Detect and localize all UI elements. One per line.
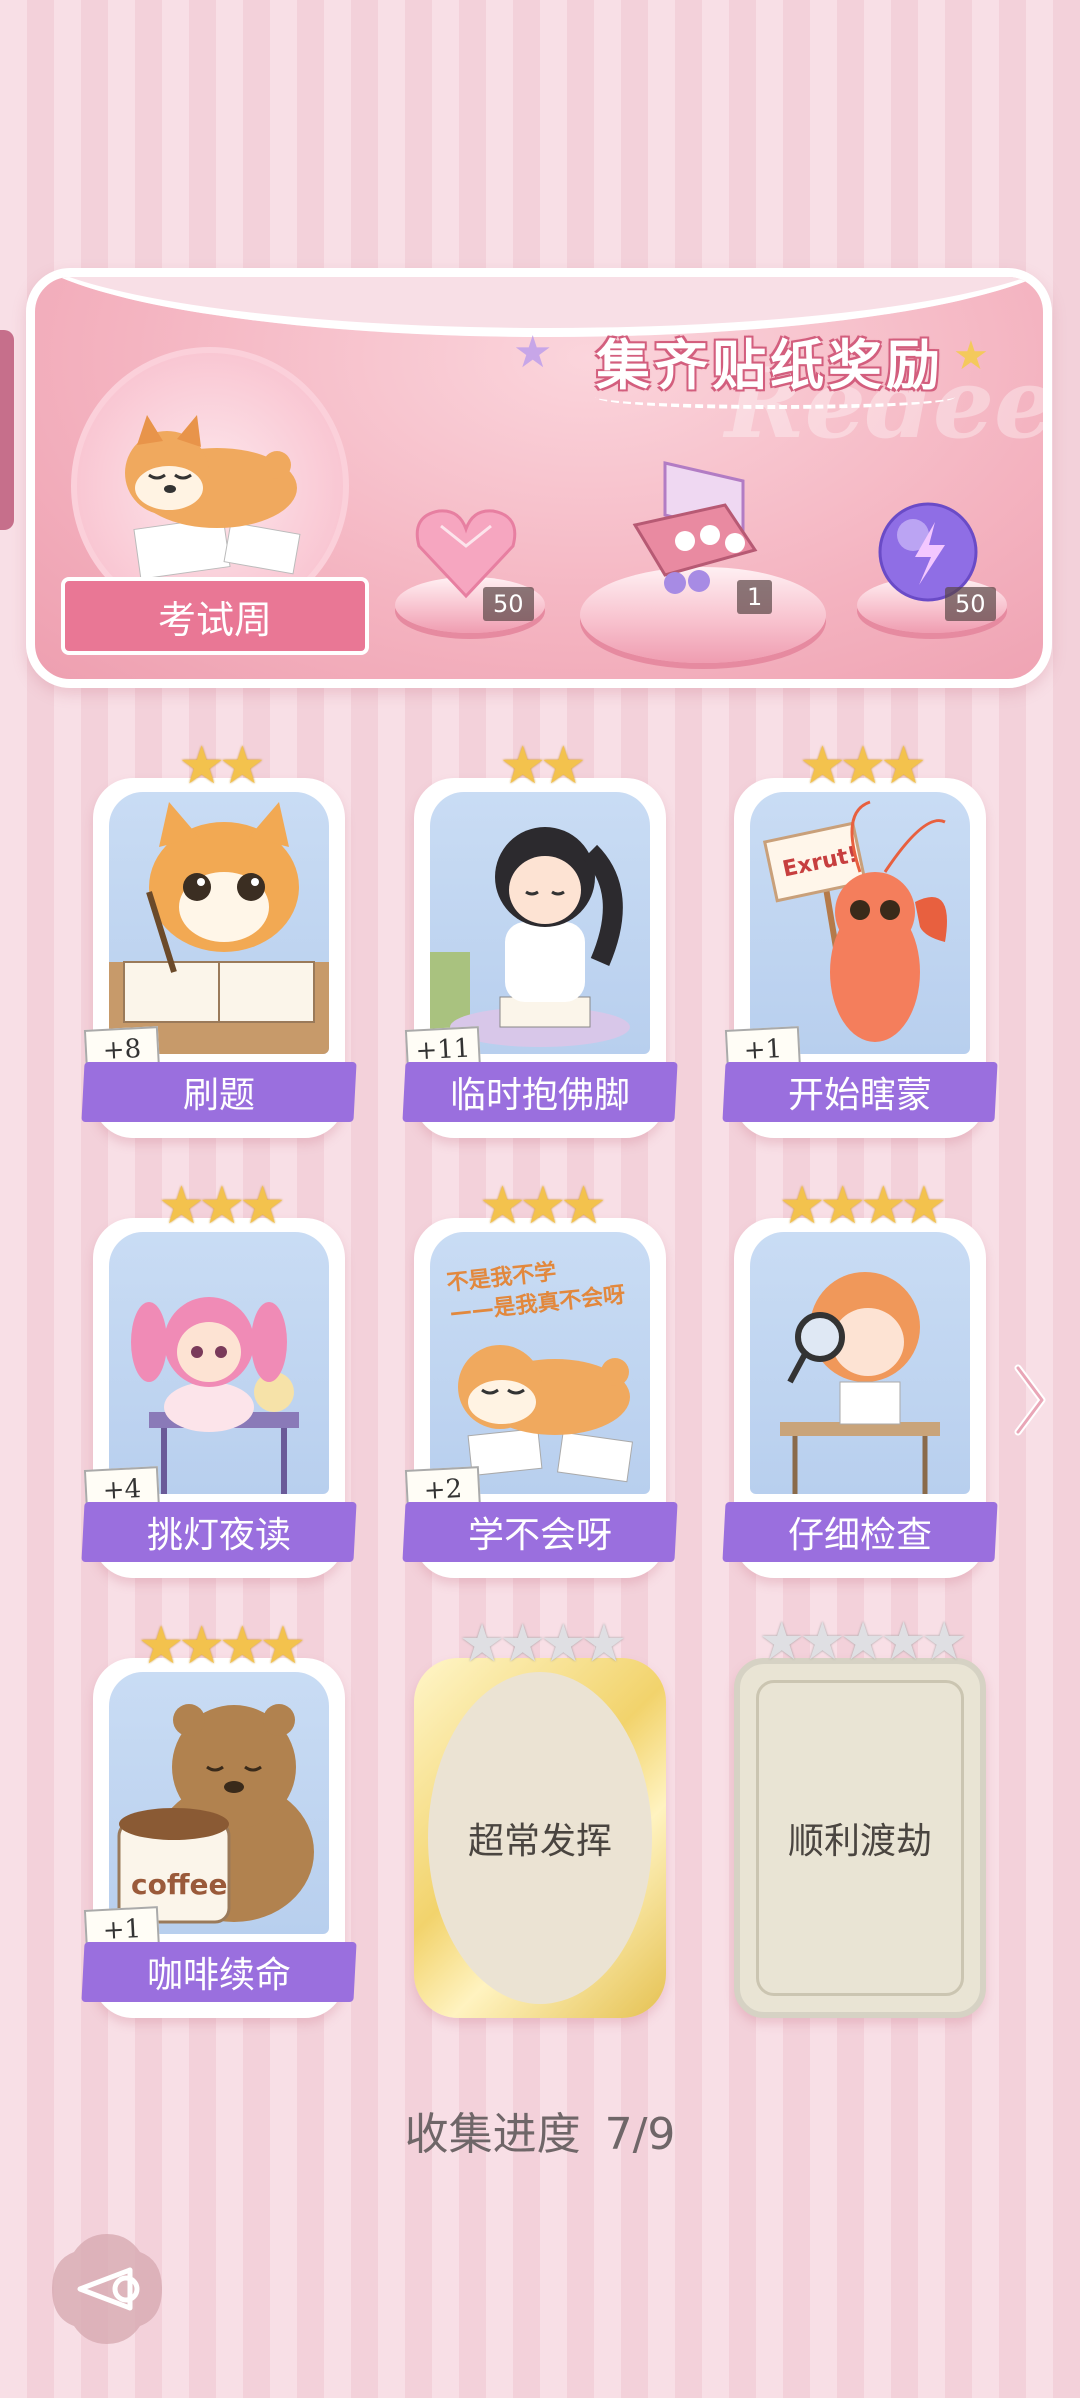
- progress-value: 7/9: [604, 2109, 676, 2160]
- star-rating: ★★: [499, 736, 586, 796]
- reward-count: 50: [945, 587, 996, 621]
- chevron-right-icon[interactable]: [1010, 1360, 1050, 1440]
- sticker-label: 咖啡续命: [81, 1942, 357, 2002]
- sticker-name: 仔细检查: [787, 1515, 932, 1556]
- back-arrow-icon[interactable]: [48, 2230, 166, 2348]
- locked-sticker-frame: 超常发挥: [428, 1672, 652, 2004]
- sticker-art: [430, 792, 650, 1054]
- sticker-card[interactable]: ★★★ Exrut! +1 开始瞎蒙: [722, 736, 998, 1138]
- reward-banner: Redeem ★ 集齐贴纸奖励 ★ 考试周 50: [26, 268, 1052, 688]
- locked-sticker-card[interactable]: ★★★★ 超常发挥: [414, 1614, 666, 2018]
- sticker-name: 顺利渡劫: [787, 1821, 932, 1862]
- bear-coffee-icon: coffee: [117, 1704, 314, 1924]
- sticker-label: 临时抱佛脚: [402, 1062, 678, 1122]
- sticker-card[interactable]: ★★★★ coffee +1 咖啡续命: [81, 1616, 357, 2018]
- star-rating: ★★★: [158, 1176, 286, 1236]
- star-rating: ★★★: [799, 736, 927, 796]
- theme-name: 考试周: [157, 597, 272, 642]
- sticker-art: [109, 1232, 329, 1494]
- sticker-card[interactable]: ★★ +11 临时抱佛脚: [402, 736, 678, 1138]
- sticker-art: [109, 792, 329, 1054]
- sticker-name: 超常发挥: [467, 1821, 612, 1862]
- cat-writing-icon: [109, 802, 329, 1054]
- sticker-art: [750, 1232, 970, 1494]
- star-rating: ★★★★: [778, 1176, 947, 1236]
- sticker-label: 仔细检查: [722, 1502, 998, 1562]
- sticker-label: 学不会呀: [402, 1502, 678, 1562]
- sticker-card[interactable]: ★★ +8 刷题: [81, 736, 357, 1138]
- sticker-name: 挑灯夜读: [146, 1515, 291, 1556]
- progress-label: 收集进度: [404, 2109, 581, 2160]
- sticker-card[interactable]: ★★★ 不是我不学 ——是我真不会呀 +2 学不会呀: [402, 1176, 678, 1578]
- star-rating: ★★★★: [458, 1614, 627, 1674]
- theme-name-ribbon: 考试周: [61, 577, 369, 655]
- star-rating: ★★★★★: [758, 1612, 967, 1672]
- sticker-name: 咖啡续命: [146, 1955, 291, 1996]
- cup-text: coffee: [131, 1868, 228, 1901]
- side-drawer-tab[interactable]: [0, 330, 14, 530]
- sticker-name: 刷题: [182, 1075, 255, 1116]
- heart-gem-icon[interactable]: [411, 501, 521, 601]
- shrimp-sign-icon: Exrut!: [762, 800, 947, 1042]
- sticker-name: 开始瞎蒙: [787, 1075, 932, 1116]
- girl-desk-lamp-icon: [131, 1297, 299, 1494]
- star-rating: ★★: [178, 736, 265, 796]
- star-icon: ★: [513, 327, 553, 378]
- sticker-label: 挑灯夜读: [81, 1502, 357, 1562]
- locked-sticker-frame: 顺利渡劫: [756, 1680, 964, 1996]
- collection-progress: 收集进度 7/9: [0, 2098, 1080, 2162]
- sticker-label: 刷题: [81, 1062, 357, 1122]
- sticker-card[interactable]: ★★★ +4 挑灯夜读: [81, 1176, 357, 1578]
- sticker-card[interactable]: ★★★★ 仔细检查: [722, 1176, 998, 1578]
- girl-reading-icon: [430, 827, 630, 1047]
- star-icon: ★: [953, 333, 989, 379]
- reward-count: 50: [483, 587, 534, 621]
- locked-sticker-card[interactable]: ★★★★★ 顺利渡劫: [734, 1612, 986, 2018]
- sticker-name: 学不会呀: [467, 1515, 612, 1556]
- girl-magnifier-icon: [780, 1272, 940, 1494]
- reward-count: 1: [737, 580, 773, 614]
- sticker-art: Exrut!: [750, 792, 970, 1054]
- sticker-art: coffee: [109, 1672, 329, 1934]
- star-rating: ★★★★: [137, 1616, 306, 1676]
- sticker-art: 不是我不学 ——是我真不会呀: [430, 1232, 650, 1494]
- star-rating: ★★★: [479, 1176, 607, 1236]
- sticker-name: 临时抱佛脚: [449, 1075, 630, 1116]
- sticker-label: 开始瞎蒙: [722, 1062, 998, 1122]
- title-underline: [595, 385, 955, 409]
